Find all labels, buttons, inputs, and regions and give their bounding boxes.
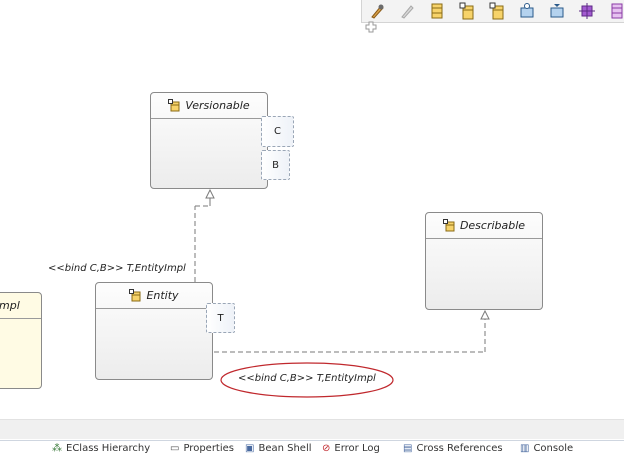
console-icon: ▣ <box>245 443 255 454</box>
tab-properties[interactable]: ▭ Properties <box>170 443 234 456</box>
horizontal-scrollbar[interactable] <box>0 419 624 439</box>
console-view-icon: ▥ <box>520 443 530 454</box>
tab-error-log[interactable]: ⊘ Error Log <box>322 443 380 456</box>
versionable-class-node[interactable]: Versionable <box>150 92 268 189</box>
realization-arrowhead <box>205 188 215 199</box>
tab-cross-references[interactable]: ▤ Cross References <box>403 443 503 456</box>
entity-name: Entity <box>146 289 179 302</box>
describable-header: Describable <box>426 213 542 239</box>
class-icon <box>129 289 141 302</box>
references-icon: ▤ <box>403 443 413 454</box>
properties-icon: ▭ <box>170 443 180 454</box>
tab-console[interactable]: ▥ Console <box>520 443 573 456</box>
entity-impl-name: mpl <box>0 293 41 319</box>
describable-class-node[interactable]: Describable <box>425 212 543 310</box>
tab-eclass-hierarchy[interactable]: ⁂ EClass Hierarchy <box>52 443 150 456</box>
versionable-name: Versionable <box>185 99 250 112</box>
entity-header: Entity <box>96 283 212 309</box>
template-param-c[interactable]: C <box>261 116 294 147</box>
template-param-t[interactable]: T <box>206 303 235 333</box>
realization-arrowhead <box>480 309 490 320</box>
tab-bean-shell[interactable]: ▣ Bean Shell <box>245 443 312 456</box>
hierarchy-icon: ⁂ <box>52 443 62 454</box>
entity-describable-connector[interactable] <box>214 309 490 353</box>
entity-impl-class-node[interactable]: mpl <box>0 292 42 389</box>
bottom-views-tabbar: ⁂ EClass Hierarchy ▭ Properties ▣ Bean S… <box>0 440 624 456</box>
entity-versionable-connector[interactable] <box>194 188 215 282</box>
class-icon <box>442 219 455 232</box>
versionable-binding-label[interactable]: <<bind C,B>> T,EntityImpl <box>48 263 186 274</box>
describable-name: Describable <box>459 219 526 232</box>
describable-binding-label[interactable]: <<bind C,B>> T,EntityImpl <box>238 373 376 384</box>
error-log-icon: ⊘ <box>322 443 331 454</box>
versionable-header: Versionable <box>151 93 267 119</box>
class-icon <box>168 99 180 112</box>
entity-class-node[interactable]: Entity <box>95 282 213 380</box>
template-param-b[interactable]: B <box>261 150 290 180</box>
